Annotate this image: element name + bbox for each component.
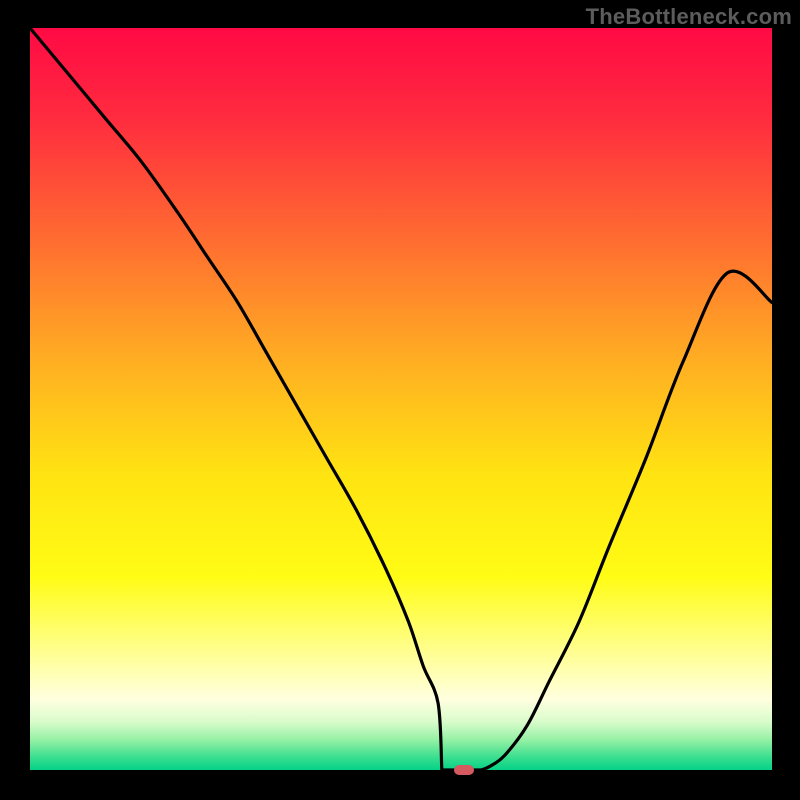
watermark-text: TheBottleneck.com (586, 4, 792, 30)
plot-area (30, 28, 772, 770)
bottleneck-curve (30, 28, 772, 770)
chart-frame: TheBottleneck.com (0, 0, 800, 800)
optimal-marker (454, 765, 474, 775)
